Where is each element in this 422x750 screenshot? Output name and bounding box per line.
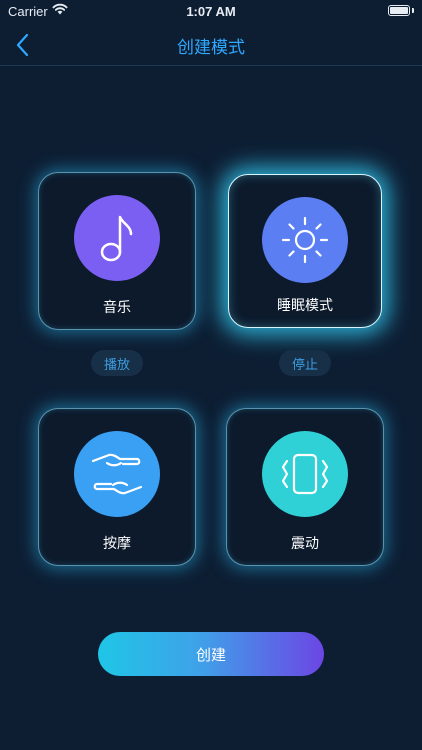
clock: 1:07 AM xyxy=(186,4,236,19)
mode-label: 按摩 xyxy=(103,536,131,552)
mode-label: 音乐 xyxy=(103,300,131,316)
sun-icon xyxy=(281,216,329,264)
mode-card-sleep[interactable]: 睡眠模式 xyxy=(228,174,382,328)
create-button[interactable]: 创建 xyxy=(98,632,324,676)
nav-bar: 创建模式 xyxy=(0,24,422,66)
mode-card-vibration[interactable]: 震动 xyxy=(226,408,384,566)
music-circle xyxy=(74,195,160,281)
status-bar: Carrier 1:07 AM xyxy=(0,0,422,24)
sleep-circle xyxy=(262,197,348,283)
page-title: 创建模式 xyxy=(177,38,245,58)
play-button[interactable]: 播放 xyxy=(91,350,143,376)
mode-label: 震动 xyxy=(291,536,319,552)
battery-icon xyxy=(388,5,410,16)
stop-button[interactable]: 停止 xyxy=(279,350,331,376)
massage-circle xyxy=(74,431,160,517)
vibration-circle xyxy=(262,431,348,517)
hands-icon xyxy=(91,453,143,495)
mode-label: 睡眠模式 xyxy=(277,298,333,314)
vibration-icon xyxy=(281,453,329,495)
battery-cap xyxy=(412,8,414,13)
music-note-icon xyxy=(100,215,133,262)
mode-card-massage[interactable]: 按摩 xyxy=(38,408,196,566)
mode-card-music[interactable]: 音乐 xyxy=(38,172,196,330)
